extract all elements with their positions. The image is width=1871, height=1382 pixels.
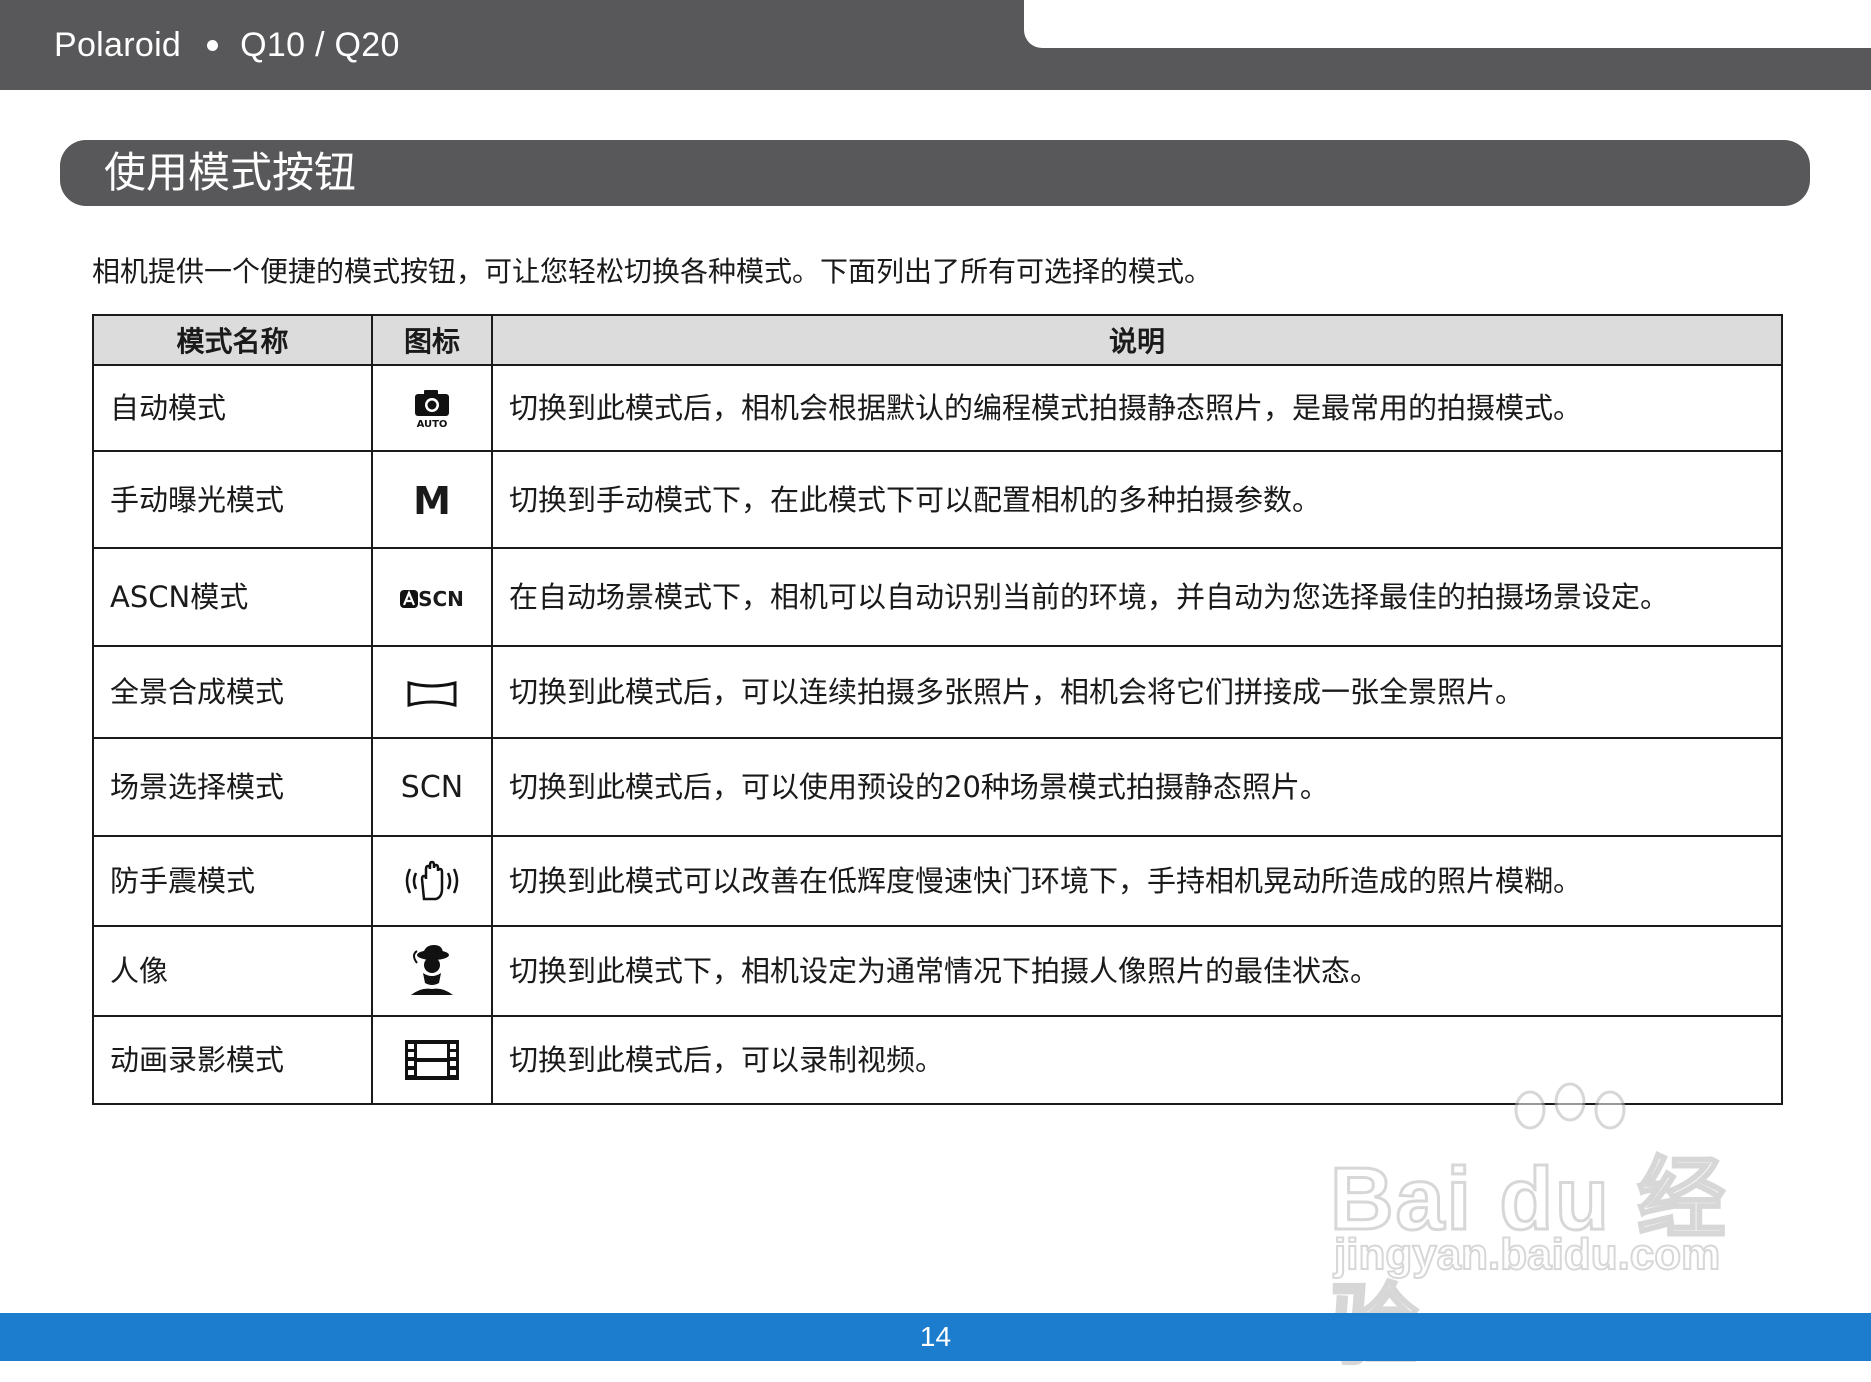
model-name: Q10 / Q20 bbox=[240, 25, 400, 64]
portrait-icon bbox=[411, 945, 453, 995]
mode-description: 切换到手动模式下，在此模式下可以配置相机的多种拍摄参数。 bbox=[491, 450, 1783, 549]
panorama-icon bbox=[407, 681, 457, 707]
table-row: 防手震模式 切换到此模式可以改善在低辉度慢速快门环境下，手持相机晃动所造成的照片… bbox=[92, 835, 1783, 927]
mode-icon-cell bbox=[371, 925, 493, 1017]
mode-name: 动画录影模式 bbox=[92, 1015, 373, 1105]
baidu-watermark: Bai du 经验 jingyan.baidu.com bbox=[1320, 1080, 1780, 1377]
ascn-icon: SCN bbox=[400, 579, 464, 617]
mode-description: 切换到此模式可以改善在低辉度慢速快门环境下，手持相机晃动所造成的照片模糊。 bbox=[491, 835, 1783, 927]
section-title: 使用模式按钮 bbox=[104, 148, 357, 197]
page-number: 14 bbox=[919, 1321, 952, 1352]
anti-shake-hand-icon bbox=[405, 860, 459, 901]
table-row: 全景合成模式 切换到此模式后，可以连续拍摄多张照片，相机会将它们拼接成一张全景照… bbox=[92, 645, 1783, 739]
header-description: 说明 bbox=[491, 314, 1783, 366]
intro-text: 相机提供一个便捷的模式按钮，可让您轻松切换各种模式。下面列出了所有可选择的模式。 bbox=[92, 255, 1213, 288]
header-notch bbox=[1024, 0, 1871, 48]
mode-description: 在自动场景模式下，相机可以自动识别当前的环境，并自动为您选择最佳的拍摄场景设定。 bbox=[491, 547, 1783, 647]
ascn-icon-label: SCN bbox=[418, 586, 464, 611]
mode-icon-cell bbox=[371, 645, 493, 739]
table-row: ASCN模式 SCN 在自动场景模式下，相机可以自动识别当前的环境，并自动为您选… bbox=[92, 547, 1783, 647]
brand-name: Polaroid bbox=[54, 25, 182, 64]
header-mode-name: 模式名称 bbox=[92, 314, 373, 366]
table-row: 自动模式 AUTO 切换到此模式后，相机会根据默认的编程模式拍摄静态照片，是最常… bbox=[92, 364, 1783, 452]
watermark-url-text: jingyan.baidu.com bbox=[1333, 1229, 1721, 1280]
mode-icon-cell bbox=[371, 1015, 493, 1105]
mode-name: 手动曝光模式 bbox=[92, 450, 373, 549]
mode-name: 场景选择模式 bbox=[92, 737, 373, 837]
mode-icon-cell: AUTO bbox=[371, 364, 493, 452]
section-title-bar: 使用模式按钮 bbox=[60, 140, 1810, 206]
mode-description: 切换到此模式下，相机设定为通常情况下拍摄人像照片的最佳状态。 bbox=[491, 925, 1783, 1017]
mode-description: 切换到此模式后，相机会根据默认的编程模式拍摄静态照片，是最常用的拍摄模式。 bbox=[491, 364, 1783, 452]
mode-name: 防手震模式 bbox=[92, 835, 373, 927]
mode-name: ASCN模式 bbox=[92, 547, 373, 647]
mode-icon-cell: SCN bbox=[371, 547, 493, 647]
table-row: 人像 切换到此模式下，相机设定为通常情况下拍摄人像照片的最佳状态。 bbox=[92, 925, 1783, 1017]
mode-icon-cell: M bbox=[371, 450, 493, 549]
auto-label: AUTO bbox=[417, 419, 448, 428]
mode-name: 人像 bbox=[92, 925, 373, 1017]
mode-icon-cell: SCN bbox=[371, 737, 493, 837]
table-header-row: 模式名称 图标 说明 bbox=[92, 314, 1783, 366]
a-badge-icon bbox=[400, 589, 419, 608]
header-brand: Polaroid Q10 / Q20 bbox=[54, 22, 400, 68]
modes-table: 模式名称 图标 说明 自动模式 AUTO 切换到此模式后，相机会根据默认的编程模… bbox=[92, 314, 1783, 1105]
movie-film-icon bbox=[405, 1040, 459, 1080]
manual-m-icon: M bbox=[413, 478, 451, 523]
footer-bar: 14 bbox=[0, 1313, 1871, 1361]
separator-dot-icon bbox=[207, 39, 219, 51]
table-row: 场景选择模式 SCN 切换到此模式后，可以使用预设的20种场景模式拍摄静态照片。 bbox=[92, 737, 1783, 837]
mode-description: 切换到此模式后，可以连续拍摄多张照片，相机会将它们拼接成一张全景照片。 bbox=[491, 645, 1783, 739]
scn-icon: SCN bbox=[400, 770, 464, 805]
table-row: 手动曝光模式 M 切换到手动模式下，在此模式下可以配置相机的多种拍摄参数。 bbox=[92, 450, 1783, 549]
mode-icon-cell bbox=[371, 835, 493, 927]
header-icon: 图标 bbox=[371, 314, 493, 366]
camera-auto-icon: AUTO bbox=[415, 390, 449, 428]
mode-name: 自动模式 bbox=[92, 364, 373, 452]
mode-name: 全景合成模式 bbox=[92, 645, 373, 739]
mode-description: 切换到此模式后，可以使用预设的20种场景模式拍摄静态照片。 bbox=[491, 737, 1783, 837]
